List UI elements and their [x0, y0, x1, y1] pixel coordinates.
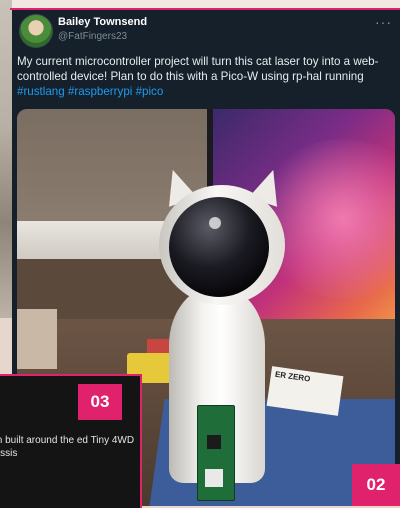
- pico-wifi-module: [205, 469, 223, 487]
- avatar[interactable]: [19, 14, 53, 48]
- tweet-text: My current microcontroller project will …: [17, 54, 395, 99]
- figure-number-badge: 03: [78, 384, 122, 420]
- hashtags[interactable]: #rustlang #raspberrypi #pico: [17, 85, 163, 98]
- figure-number-badge: 02: [352, 464, 400, 506]
- tweet-body: My current microcontroller project will …: [17, 55, 379, 83]
- pico-chip-rp2040: [207, 435, 221, 449]
- author-name[interactable]: Bailey Townsend: [58, 16, 147, 28]
- author-handle[interactable]: @FatFingers23: [58, 31, 127, 42]
- laser-dome: [169, 197, 269, 297]
- caption-text: sign built around the ed Tiny 4WD chassi…: [0, 435, 135, 459]
- photo-post: [17, 309, 57, 369]
- more-horizontal-icon[interactable]: ···: [375, 14, 392, 30]
- frame-border: [10, 8, 400, 10]
